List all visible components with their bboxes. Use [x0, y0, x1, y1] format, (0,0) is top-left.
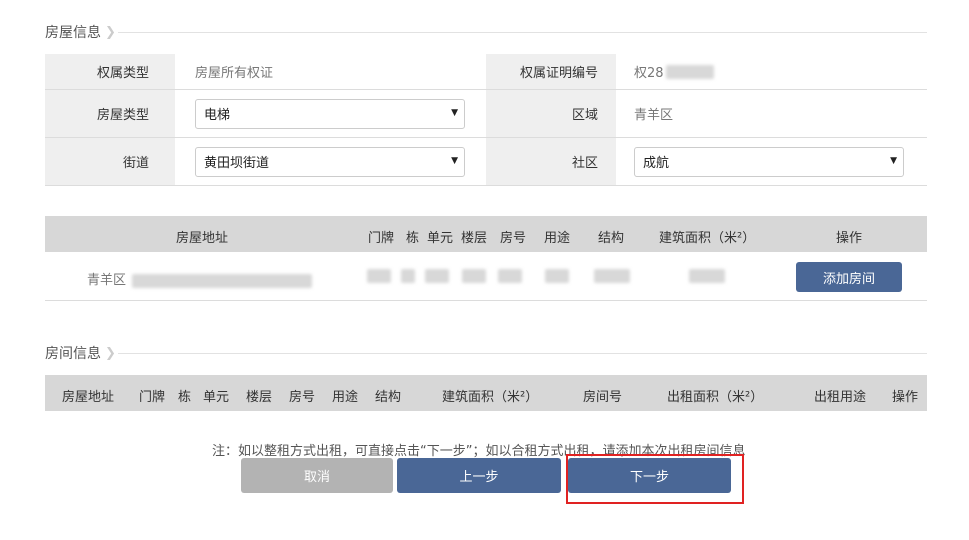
house-info-form: 权属类型 房屋所有权证 权属证明编号 权28 房屋类型 电梯 ▼ 区域 青羊区 …: [45, 54, 927, 186]
col-rent-area: 出租面积（米²）: [667, 390, 764, 405]
divider: [117, 31, 927, 33]
ownership-type-value: 房屋所有权证: [195, 66, 274, 81]
table-row: 青羊区 添加房间: [45, 252, 927, 301]
col-structure: 结构: [598, 231, 625, 246]
redacted-block: [132, 273, 313, 288]
col-rent-usage: 出租用途: [814, 390, 867, 405]
col-structure: 结构: [375, 390, 402, 405]
col-doorplate: 门牌: [368, 231, 395, 246]
section-title-text: 房屋信息: [45, 22, 105, 42]
col-usage: 用途: [332, 390, 359, 405]
house-table-header: 房屋地址 门牌 栋 单元 楼层 房号 用途 结构 建筑面积（米²） 操作: [45, 216, 927, 252]
room-info-section-title: 房间信息 ❯: [45, 343, 927, 363]
street-selected: 黄田坝街道: [204, 156, 270, 171]
form-row-street: 街道 黄田坝街道 ▼ 社区 成航 ▼: [45, 138, 927, 186]
col-room-no: 房号: [289, 390, 316, 405]
ownership-type-label: 权属类型: [45, 54, 175, 89]
room-table-header: 房屋地址 门牌 栋 单元 楼层 房号 用途 结构 建筑面积（米²） 房间号 出租…: [45, 375, 927, 411]
col-address: 房屋地址: [62, 390, 115, 405]
house-type-selected: 电梯: [204, 108, 231, 123]
community-selected: 成航: [643, 156, 670, 171]
col-unit: 单元: [203, 390, 230, 405]
street-select[interactable]: 黄田坝街道 ▼: [195, 146, 465, 177]
divider: [117, 352, 927, 354]
certificate-no-value: 权28: [616, 54, 927, 89]
district-value: 青羊区: [634, 108, 674, 123]
col-usage: 用途: [544, 231, 571, 246]
section-title-text: 房间信息: [45, 343, 105, 363]
col-action: 操作: [892, 390, 919, 405]
street-cell: 黄田坝街道 ▼: [175, 138, 486, 185]
certificate-no-text: 权28: [634, 66, 664, 81]
street-label: 街道: [45, 138, 175, 185]
house-type-cell: 电梯 ▼: [175, 90, 486, 137]
col-unit: 单元: [427, 231, 454, 246]
col-area: 建筑面积（米²）: [442, 390, 539, 405]
community-cell: 成航 ▼: [616, 138, 927, 185]
col-doorplate: 门牌: [139, 390, 166, 405]
redacted-block: [498, 269, 522, 283]
community-label: 社区: [486, 138, 616, 185]
col-action: 操作: [836, 231, 863, 246]
district-label: 区域: [486, 90, 616, 137]
redacted-block: [462, 269, 486, 283]
cancel-button[interactable]: 取消: [241, 458, 393, 493]
redacted-block: [401, 269, 415, 283]
add-room-button[interactable]: 添加房间: [796, 262, 902, 292]
redacted-block: [425, 269, 449, 283]
certificate-no-label: 权属证明编号: [486, 54, 616, 89]
col-floor: 楼层: [461, 231, 488, 246]
form-row-ownership: 权属类型 房屋所有权证 权属证明编号 权28: [45, 54, 927, 90]
redacted-block: [689, 269, 725, 283]
house-type-select[interactable]: 电梯 ▼: [195, 98, 465, 129]
col-room-no: 房号: [500, 231, 527, 246]
form-row-house-type: 房屋类型 电梯 ▼ 区域 青羊区: [45, 90, 927, 138]
address-prefix: 青羊区: [87, 273, 127, 288]
redacted-block: [594, 269, 630, 283]
dropdown-arrow-icon: ▼: [451, 155, 458, 166]
house-type-label: 房屋类型: [45, 90, 175, 137]
col-room-number: 房间号: [583, 390, 623, 405]
previous-step-button[interactable]: 上一步: [397, 458, 561, 493]
community-select[interactable]: 成航 ▼: [634, 146, 904, 177]
dropdown-arrow-icon: ▼: [451, 107, 458, 118]
redacted-block: [367, 269, 391, 283]
chevron-right-icon: ❯: [105, 345, 116, 361]
col-area: 建筑面积（米²）: [659, 231, 756, 246]
col-building: 栋: [406, 231, 420, 246]
col-floor: 楼层: [246, 390, 273, 405]
house-info-section-title: 房屋信息 ❯: [45, 22, 927, 42]
col-address: 房屋地址: [176, 231, 229, 246]
address-cell: 青羊区: [87, 269, 313, 288]
chevron-right-icon: ❯: [105, 24, 116, 40]
col-building: 栋: [178, 390, 192, 405]
redacted-block: [545, 269, 569, 283]
highlight-box: [566, 454, 744, 504]
redacted-block: [665, 64, 714, 79]
dropdown-arrow-icon: ▼: [890, 155, 897, 166]
